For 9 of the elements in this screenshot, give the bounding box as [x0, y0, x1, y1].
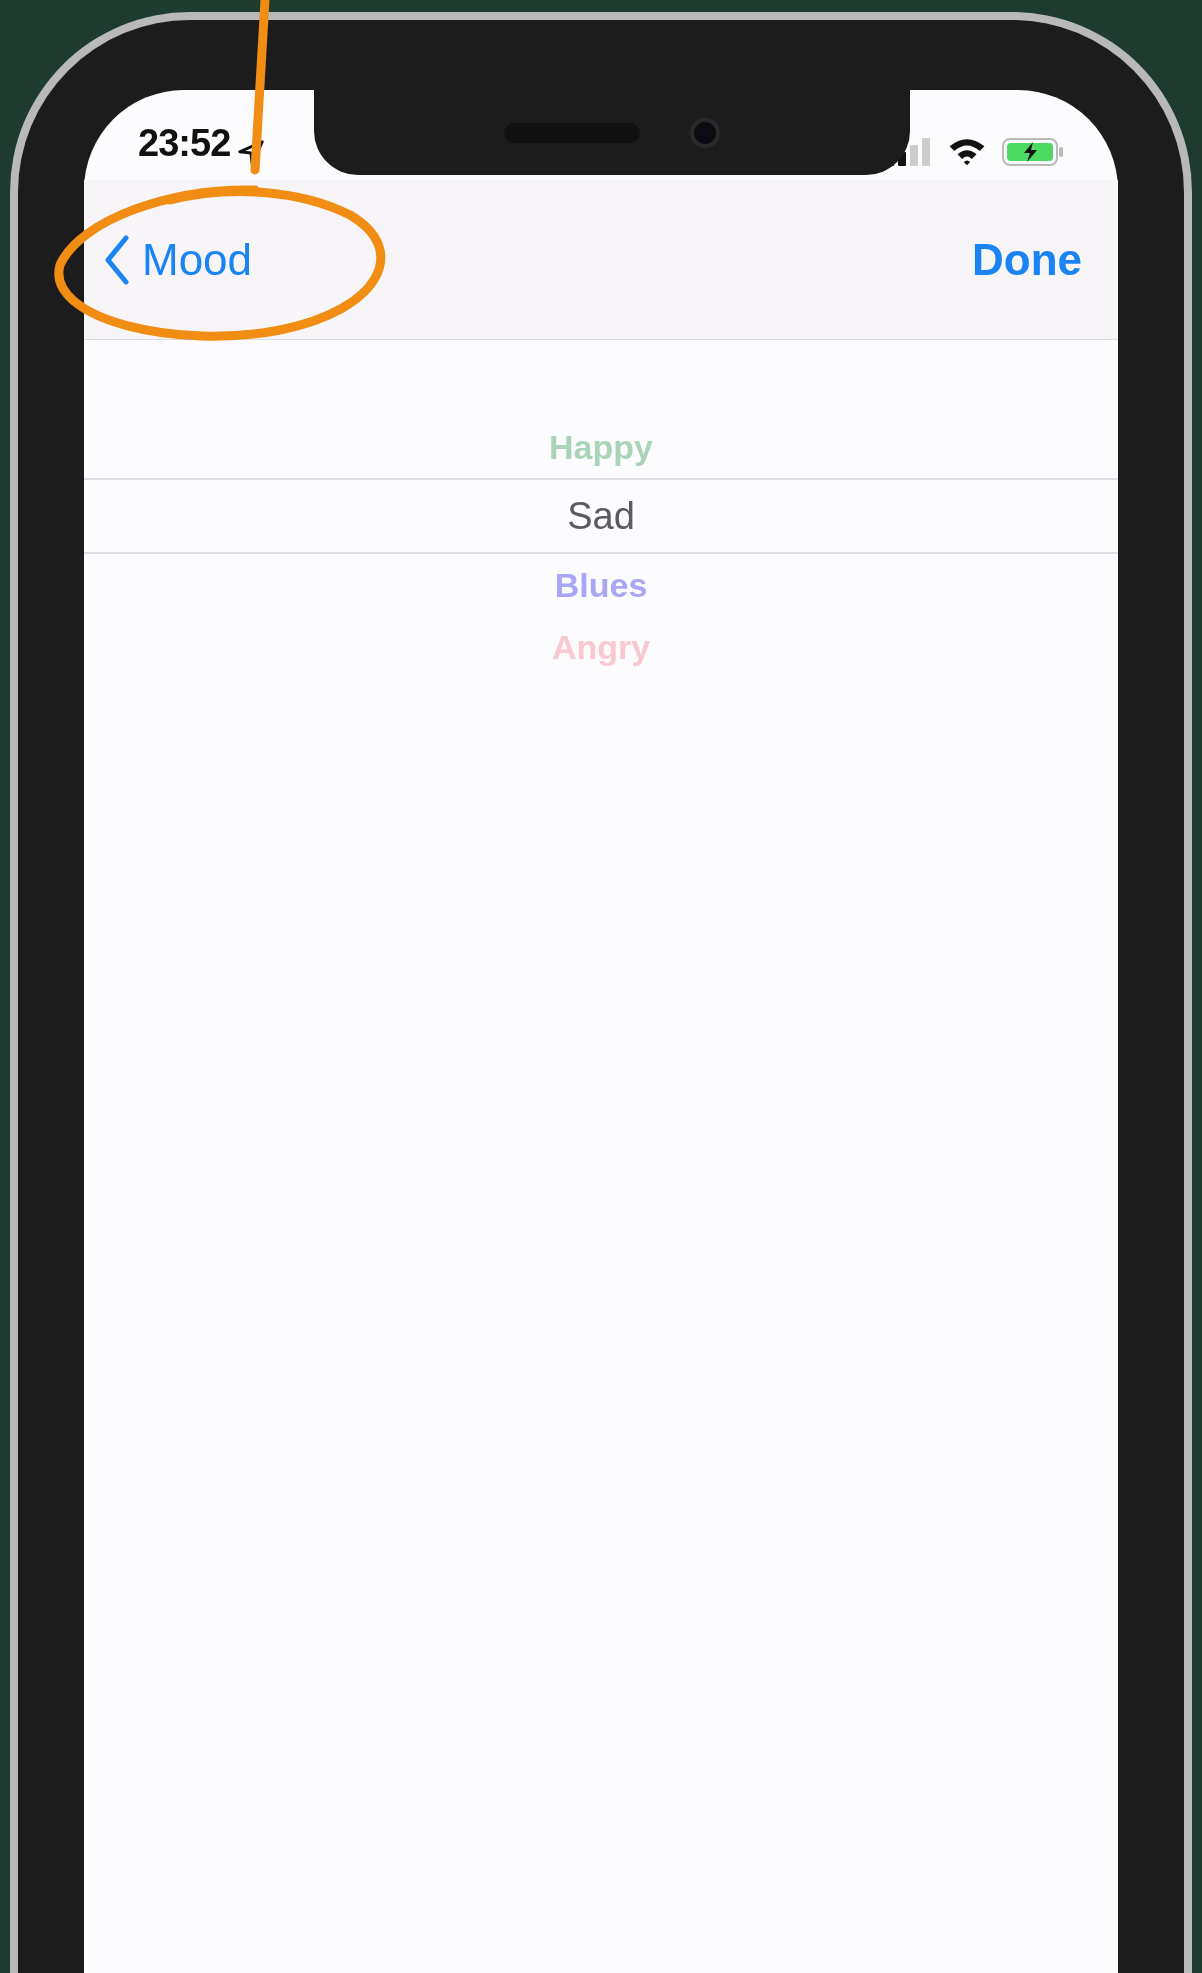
- chevron-left-icon: [104, 234, 130, 285]
- camera-lens: [690, 117, 720, 148]
- picker-option[interactable]: Sad: [567, 487, 635, 545]
- wifi-icon: [948, 136, 986, 166]
- battery-charging-icon: [1002, 137, 1064, 167]
- picker-option[interactable]: Blues: [554, 559, 648, 611]
- back-button[interactable]: Mood: [104, 226, 253, 293]
- done-button[interactable]: Done: [972, 226, 1098, 293]
- status-time: 23:52: [138, 121, 231, 166]
